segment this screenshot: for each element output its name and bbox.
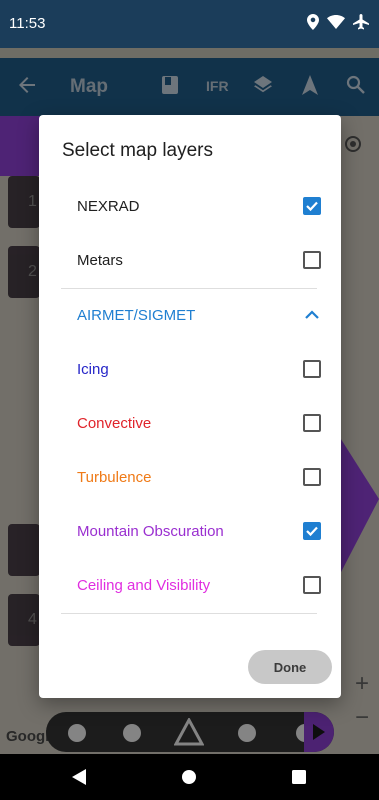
metars-checkbox[interactable] <box>303 251 321 269</box>
turbulence-checkbox[interactable] <box>303 468 321 486</box>
nav-back-icon[interactable] <box>71 768 87 786</box>
dialog-title: Select map layers <box>62 140 214 161</box>
airmet-sigmet-section-header[interactable]: AIRMET/SIGMET <box>77 288 321 342</box>
location-icon <box>307 14 319 30</box>
section-label: AIRMET/SIGMET <box>77 306 196 324</box>
layer-label: Icing <box>77 360 109 378</box>
chevron-up-icon[interactable] <box>303 306 321 324</box>
layer-row-convective[interactable]: Convective <box>77 396 321 450</box>
layer-row-nexrad[interactable]: NEXRAD <box>77 179 321 233</box>
status-icons <box>307 14 369 30</box>
divider <box>61 613 317 614</box>
status-bar: 11:53 <box>0 0 379 48</box>
wifi-icon <box>327 15 345 29</box>
layer-row-turbulence[interactable]: Turbulence <box>77 450 321 504</box>
layer-row-metars[interactable]: Metars <box>77 233 321 287</box>
layer-label: Turbulence <box>77 468 152 486</box>
layer-label: Metars <box>77 251 123 269</box>
airplane-mode-icon <box>353 14 369 30</box>
ceiling-visibility-checkbox[interactable] <box>303 576 321 594</box>
nav-recents-icon[interactable] <box>291 768 307 786</box>
status-time: 11:53 <box>9 15 46 32</box>
layer-label: Convective <box>77 414 152 432</box>
icing-checkbox[interactable] <box>303 360 321 378</box>
layer-label: NEXRAD <box>77 197 140 215</box>
layer-row-icing[interactable]: Icing <box>77 342 321 396</box>
map-layers-dialog: Select map layers NEXRAD Metars AIRMET/S… <box>39 115 341 698</box>
layer-row-mountain-obscuration[interactable]: Mountain Obscuration <box>77 504 321 558</box>
layer-row-ceiling-visibility[interactable]: Ceiling and Visibility <box>77 558 321 612</box>
done-button[interactable]: Done <box>248 650 332 684</box>
system-navigation-bar <box>0 754 379 800</box>
layer-label: Ceiling and Visibility <box>77 576 211 594</box>
convective-checkbox[interactable] <box>303 414 321 432</box>
mountain-obscuration-checkbox[interactable] <box>303 522 321 540</box>
nav-home-icon[interactable] <box>181 768 197 786</box>
layer-label: Mountain Obscuration <box>77 522 224 540</box>
nexrad-checkbox[interactable] <box>303 197 321 215</box>
